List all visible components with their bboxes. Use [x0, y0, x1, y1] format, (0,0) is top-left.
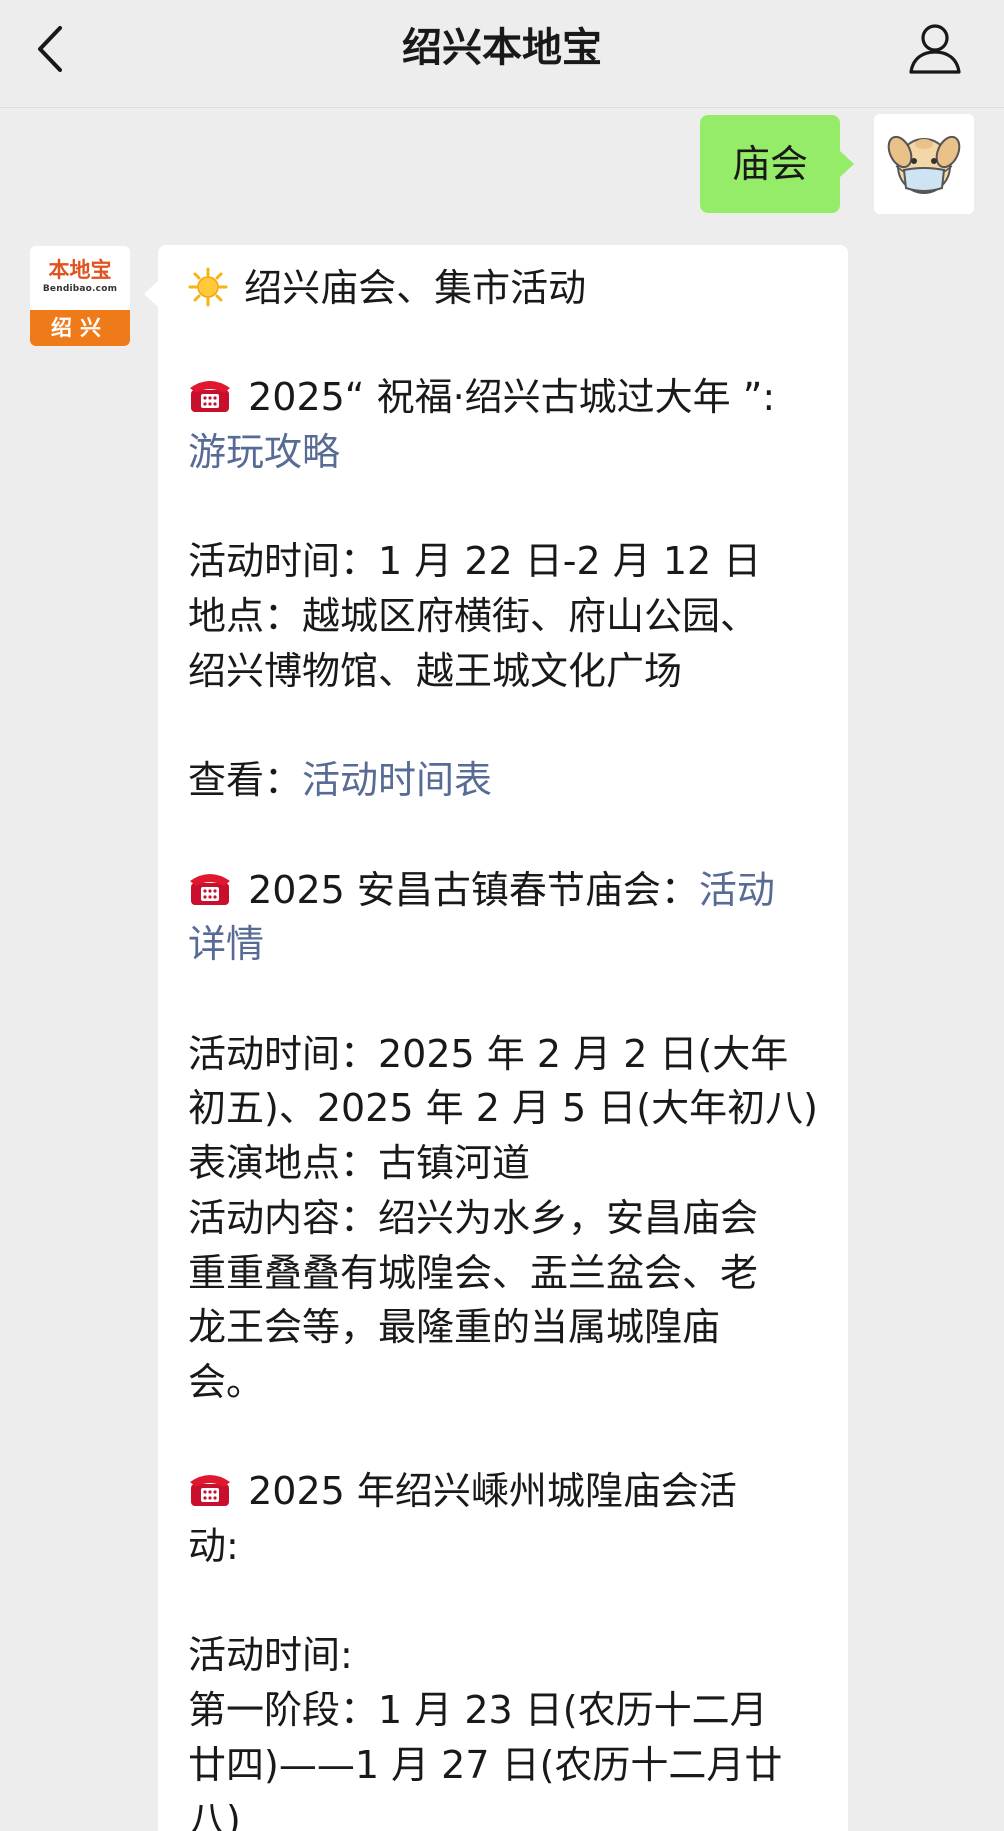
item3-stage1-line2: 廿四)——1 月 27 日(农历十二月廿 [188, 1742, 783, 1787]
item1-time: 活动时间：1 月 22 日-2 月 12 日 [188, 539, 762, 584]
top-bar: 绍兴本地宝 [0, 0, 1004, 108]
item2-time-line2: 初五)、2025 年 2 月 5 日(大年初八) [188, 1086, 818, 1131]
view-label: 查看： [188, 758, 303, 803]
profile-button[interactable] [906, 20, 964, 78]
puppy-mask-icon [874, 114, 974, 214]
person-icon [909, 24, 961, 74]
item3-time-label: 活动时间: [188, 1633, 353, 1678]
item2-content-line1: 活动内容：绍兴为水乡，安昌庙会 [188, 1195, 759, 1240]
item2-place: 表演地点：古镇河道 [188, 1141, 531, 1186]
item2-title: 2025 安昌古镇春节庙会：活动 [188, 863, 826, 918]
item3-title-line2: 动: [188, 1524, 239, 1569]
bendibao-logo: 本地宝 Bendibao.com [30, 246, 130, 310]
telephone-icon [190, 1475, 230, 1507]
bendibao-avatar[interactable]: 本地宝 Bendibao.com 绍兴 [30, 246, 130, 346]
item1-view-row: 查看：活动时间表 [188, 753, 826, 808]
item3-stage1-line1: 第一阶段：1 月 23 日(农历十二月 [188, 1688, 768, 1733]
item3-stage1-line3: 八) [188, 1797, 241, 1831]
user-avatar[interactable] [874, 114, 974, 214]
item1-place-line1: 地点：越城区府横街、府山公园、 [188, 594, 759, 639]
item2-content-line3: 龙王会等，最隆重的当属城隍庙 [188, 1305, 721, 1350]
schedule-link[interactable]: 活动时间表 [302, 758, 492, 802]
outgoing-message-bubble[interactable]: 庙会 [700, 115, 855, 213]
telephone-icon [190, 381, 230, 413]
chat-area[interactable]: 庙会 本地宝 Bendibao.com 绍兴 绍兴庙会、集市活动 2025“ 祝… [0, 108, 1004, 1831]
item2-content-line2: 重重叠叠有城隍会、盂兰盆会、老 [188, 1250, 759, 1295]
message-heading: 绍兴庙会、集市活动 [188, 261, 826, 316]
item2-time-line1: 活动时间：2025 年 2 月 2 日(大年 [188, 1031, 789, 1076]
details-link-part2[interactable]: 详情 [188, 917, 826, 972]
page-title: 绍兴本地宝 [402, 25, 602, 71]
item1-title: 2025“ 祝福·绍兴古城过大年 ”: [188, 370, 826, 425]
telephone-icon [190, 873, 230, 905]
bendibao-city-label: 绍兴 [30, 310, 130, 346]
sun-icon [188, 267, 228, 307]
item1-place-line2: 绍兴博物馆、越王城文化广场 [188, 648, 683, 693]
item2-content-line4: 会。 [188, 1359, 265, 1404]
incoming-message-bubble[interactable]: 绍兴庙会、集市活动 2025“ 祝福·绍兴古城过大年 ”: 游玩攻略 活动时间：… [144, 245, 848, 1831]
guide-link[interactable]: 游玩攻略 [188, 425, 826, 480]
details-link-part1[interactable]: 活动 [699, 868, 775, 912]
item3-title: 2025 年绍兴嵊州城隍庙会活 [188, 1464, 826, 1519]
